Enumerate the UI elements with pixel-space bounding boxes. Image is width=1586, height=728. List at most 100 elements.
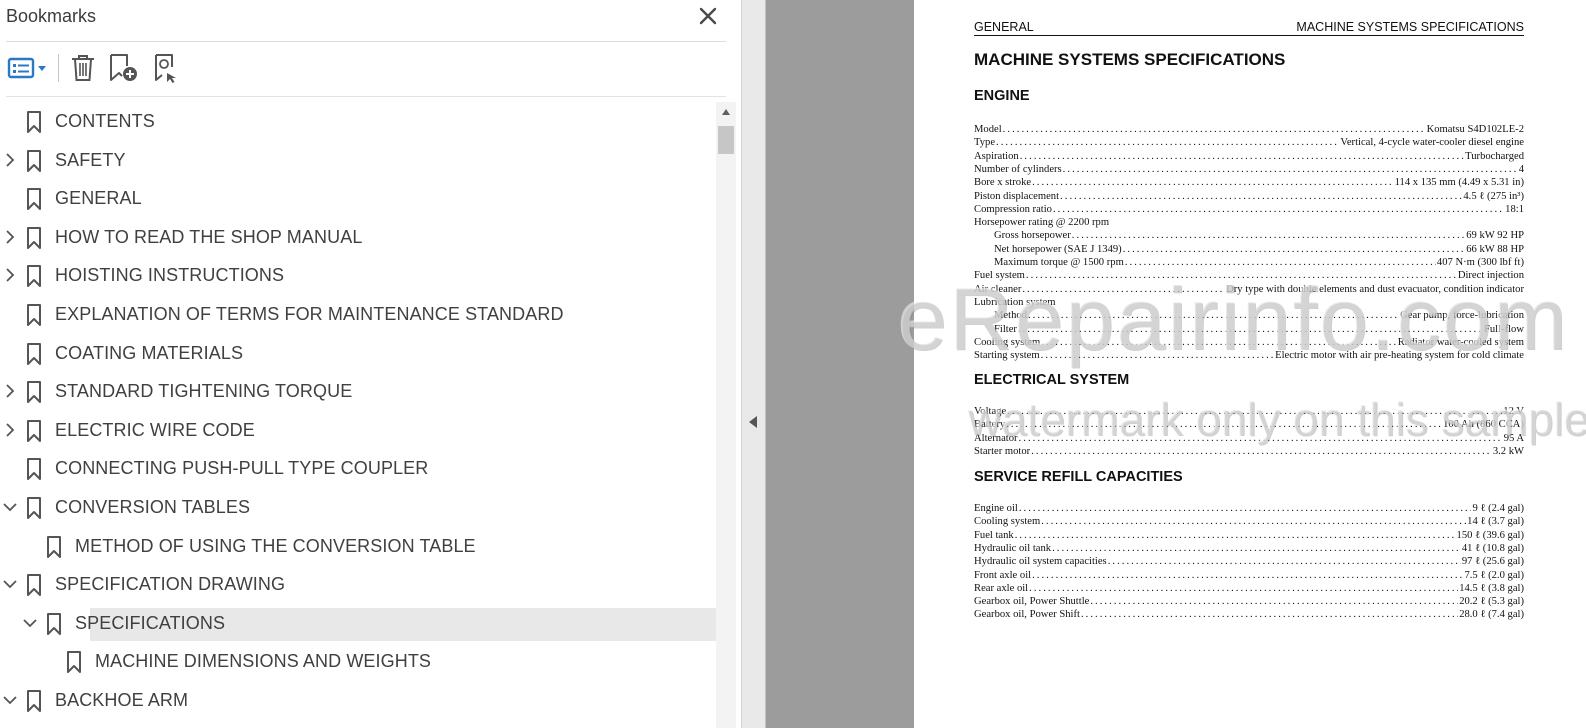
spec-row: Piston displacement 4.5 ℓ (275 in³) [974,190,1524,203]
spec-row: Cooling system Radiator water-cooled syst… [974,336,1524,349]
options-list-icon [7,57,46,79]
bookmark-icon [27,690,41,712]
spec-value: 66 kW 88 HP [1466,243,1524,255]
bookmark-item[interactable]: HOISTING INSTRUCTIONS [0,257,716,293]
spec-value: 9 ℓ (2.4 gal) [1472,503,1524,514]
find-current-bookmark-button[interactable] [150,52,184,84]
bookmark-item[interactable]: COATING MATERIALS [0,335,716,371]
spec-key: Type [974,137,996,149]
spec-value: Vertical, 4-cycle water-cooler diesel en… [1340,137,1524,149]
bookmark-item[interactable]: CONNECTING PUSH-PULL TYPE COUPLER [0,450,716,486]
dot-leader [1060,190,1462,203]
bookmark-item[interactable]: MACHINE DIMENSIONS AND WEIGHTS [0,643,716,679]
bookmark-label: SPECIFICATIONS [75,612,226,633]
bookmark-item[interactable]: SPECIFICATION DRAWING [0,566,716,602]
dot-leader [1090,595,1458,608]
bookmark-icon [27,497,41,519]
bookmarks-scrollbar[interactable] [716,102,736,728]
spec-value: 18:1 [1505,203,1524,215]
bookmark-label: STANDARD TIGHTENING TORQUE [55,381,353,402]
bookmark-icon [27,458,41,481]
bookmark-icon [47,535,61,558]
spec-key: Hydraulic oil tank [974,542,1052,554]
scrollbar-thumb[interactable] [718,126,734,154]
bookmark-item[interactable]: CONVERSION TABLES [0,489,716,525]
spec-value: Turbocharged [1465,150,1524,162]
spec-key: Piston displacement [974,190,1060,202]
bookmark-icon [27,188,41,211]
divider [6,41,726,42]
spec-key: Compression ratio [974,203,1052,215]
spec-row: Gearbox oil, Power Shift 28.0 ℓ (7.4 gal) [974,608,1524,621]
collapse-panel-button[interactable] [742,0,766,728]
dot-leader [1052,542,1461,555]
triangle-up-icon [722,109,730,115]
spec-value: 407 N·m (300 lbf ft) [1436,257,1524,268]
chevron-right-icon[interactable] [3,151,17,169]
dot-leader [1123,243,1466,256]
dot-leader [1032,176,1394,189]
spec-value: 100 Ah (860 CCA) [1443,419,1524,431]
running-head: GENERAL MACHINE SYSTEMS SPECIFICATIONS [974,20,1524,36]
spec-key: Engine oil [974,503,1018,514]
spec-row: Rear axle oil 14.5 ℓ (3.8 gal) [974,582,1524,595]
chevron-down-icon[interactable] [3,691,17,709]
bookmark-label: HOISTING INSTRUCTIONS [55,265,285,286]
options-button[interactable] [4,52,50,84]
spec-row: Model Komatsu S4D102LE-2 [974,123,1524,136]
new-bookmark-button[interactable] [106,52,142,84]
spec-value: Radiator water-cooled system [1397,336,1524,348]
bookmark-item[interactable]: GENERAL [0,180,716,216]
chevron-down-icon[interactable] [3,498,17,516]
bookmark-item[interactable]: SPECIFICATIONS [0,605,716,641]
spec-value: 20.2 ℓ (5.3 gal) [1459,596,1524,608]
bookmark-label: BACKHOE ARM [55,690,189,710]
bookmark-item[interactable]: BACKHOE ARM [0,682,716,718]
bookmark-item[interactable]: METHOD OF USING THE CONVERSION TABLE [0,528,716,564]
chevron-down-icon[interactable] [23,614,37,632]
spec-row: Horsepower rating @ 2200 rpm [974,216,1524,229]
dot-leader [1003,123,1426,136]
spec-value: 14.5 ℓ (3.8 gal) [1459,582,1524,594]
spec-key: Filter [994,323,1017,335]
dot-leader [1015,529,1456,542]
spec-value: 97 ℓ (25.6 gal) [1461,556,1524,568]
spec-value: Direct injection [1457,270,1524,282]
bookmark-icon [27,574,41,597]
dot-leader [1019,502,1472,515]
delete-bookmark-button[interactable] [66,52,100,84]
spec-key: Maximum torque @ 1500 rpm [994,257,1124,268]
dot-leader [1019,432,1503,445]
bookmark-item[interactable]: STANDARD TIGHTENING TORQUE [0,373,716,409]
bookmark-item[interactable]: SAFETY [0,142,716,178]
spec-value: 3.2 kW [1492,445,1524,457]
chevron-right-icon[interactable] [3,382,17,400]
chevron-right-icon[interactable] [3,421,17,439]
spec-row: Type Vertical, 4-cycle water-cooler diese… [974,136,1524,149]
bookmark-item[interactable]: EXPLANATION OF TERMS FOR MAINTENANCE STA… [0,296,716,332]
spec-row: Fuel tank 150 ℓ (39.6 gal) [974,529,1524,542]
document-page[interactable]: GENERAL MACHINE SYSTEMS SPECIFICATIONS M… [914,0,1586,728]
trash-icon [72,55,94,81]
bookmark-icon [47,612,61,635]
bookmarks-toolbar [0,48,742,90]
spec-value: 14 ℓ (3.7 gal) [1467,516,1524,528]
dot-leader [1028,309,1399,322]
spec-row: Front axle oil 7.5 ℓ (2.0 gal) [974,569,1524,582]
spec-key: Gearbox oil, Power Shuttle [974,596,1090,608]
spec-key: Starting system [974,350,1040,362]
chevron-right-icon[interactable] [3,266,17,284]
spec-row: Lubrication system [974,296,1524,309]
bookmark-item[interactable]: HOW TO READ THE SHOP MANUAL [0,219,716,255]
spec-value: 4.5 ℓ (275 in³) [1463,190,1524,202]
spec-row: Number of cylinders 4 [974,163,1524,176]
scroll-up-button[interactable] [716,102,736,122]
close-panel-button[interactable] [696,4,720,28]
toolbar-divider [58,54,59,82]
chevron-right-icon[interactable] [3,228,17,246]
bookmark-item[interactable]: ELECTRIC WIRE CODE [0,412,716,448]
bookmark-item[interactable]: CONTENTS [0,103,716,139]
chevron-down-icon[interactable] [3,575,17,593]
spec-row: Gearbox oil, Power Shuttle 20.2 ℓ (5.3 ga… [974,595,1524,608]
spec-key: Aspiration [974,150,1019,162]
